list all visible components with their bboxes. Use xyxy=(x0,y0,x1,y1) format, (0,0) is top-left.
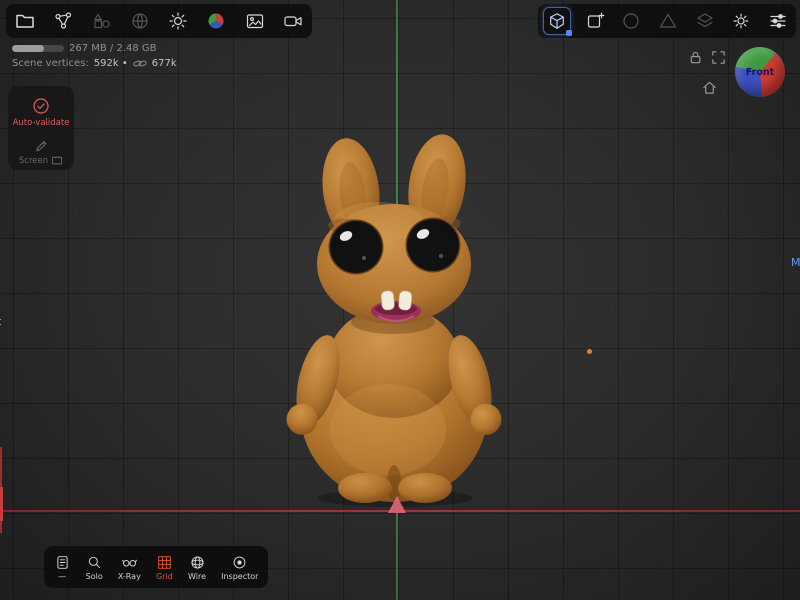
screen-label: Screen xyxy=(19,156,48,166)
scene-panel-button[interactable]: — xyxy=(54,554,71,581)
wireframe-icon xyxy=(189,554,206,571)
top-right-toolbar xyxy=(538,4,796,38)
sliders-icon[interactable] xyxy=(765,8,791,34)
xray-goggles-icon xyxy=(121,554,138,571)
environment-icon[interactable] xyxy=(127,8,153,34)
camera-icon[interactable] xyxy=(280,8,306,34)
solo-button[interactable]: Solo xyxy=(86,554,103,581)
inspector-label: Inspector xyxy=(221,573,258,581)
left-edge-red-line-2 xyxy=(0,487,3,521)
pen-icon[interactable] xyxy=(33,137,50,154)
home-icon[interactable] xyxy=(701,79,718,96)
left-clipped-text: t xyxy=(0,315,1,328)
screen-projection-button[interactable]: Screen xyxy=(19,156,63,166)
origin-marker xyxy=(388,496,406,513)
gizmo-front-label: Front xyxy=(746,67,774,78)
lock-icon[interactable] xyxy=(687,49,704,66)
primitives-icon[interactable] xyxy=(89,8,115,34)
xray-button[interactable]: X-Ray xyxy=(118,554,141,581)
memory-text: 267 MB / 2.48 GB xyxy=(69,43,157,54)
select-transform-icon[interactable] xyxy=(543,7,571,35)
bunny-shapes xyxy=(283,131,505,507)
lighting-icon[interactable] xyxy=(165,8,191,34)
xray-label: X-Ray xyxy=(118,573,141,581)
wire-label: Wire xyxy=(188,573,206,581)
collapse-label: — xyxy=(58,573,66,581)
screen-rect-icon xyxy=(51,156,63,166)
layers-icon[interactable] xyxy=(692,8,718,34)
right-clipped-text: M xyxy=(791,256,800,269)
bottom-toolbar: — Solo X-Ray Grid Wire Inspecto xyxy=(44,546,268,588)
scene-panel-icon xyxy=(54,554,71,571)
wire-button[interactable]: Wire xyxy=(188,554,206,581)
magnifier-icon xyxy=(86,554,103,571)
orientation-gizmo[interactable]: Front xyxy=(735,47,785,97)
link-icon xyxy=(133,59,147,68)
sphere-icon[interactable] xyxy=(618,8,644,34)
scene-stats: 267 MB / 2.48 GB Scene vertices: 592k • … xyxy=(12,42,177,70)
image-icon[interactable] xyxy=(242,8,268,34)
validate-panel: Auto-validate Screen xyxy=(8,86,74,170)
settings-gear-icon[interactable] xyxy=(728,8,754,34)
grid-button[interactable]: Grid xyxy=(156,554,173,581)
add-object-icon[interactable] xyxy=(582,8,608,34)
solo-label: Solo xyxy=(86,573,103,581)
fullscreen-icon[interactable] xyxy=(710,49,727,66)
inspector-icon xyxy=(231,554,248,571)
top-left-toolbar xyxy=(6,4,312,38)
app-window: M t xyxy=(0,0,800,600)
node-graph-icon[interactable] xyxy=(50,8,76,34)
vertices-value: 592k • xyxy=(94,58,128,69)
memory-gauge xyxy=(12,45,64,52)
inspector-button[interactable]: Inspector xyxy=(221,554,258,581)
links-value: 677k xyxy=(152,58,177,69)
open-folder-icon[interactable] xyxy=(12,8,38,34)
material-sphere-icon[interactable] xyxy=(203,8,229,34)
check-circle-icon[interactable] xyxy=(31,96,51,116)
grid-icon xyxy=(156,554,173,571)
auto-validate-button[interactable]: Auto-validate xyxy=(13,118,70,128)
pyramid-icon[interactable] xyxy=(655,8,681,34)
select-tool-badge xyxy=(566,30,572,36)
vertices-label: Scene vertices: xyxy=(12,58,89,69)
grid-label: Grid xyxy=(156,573,173,581)
